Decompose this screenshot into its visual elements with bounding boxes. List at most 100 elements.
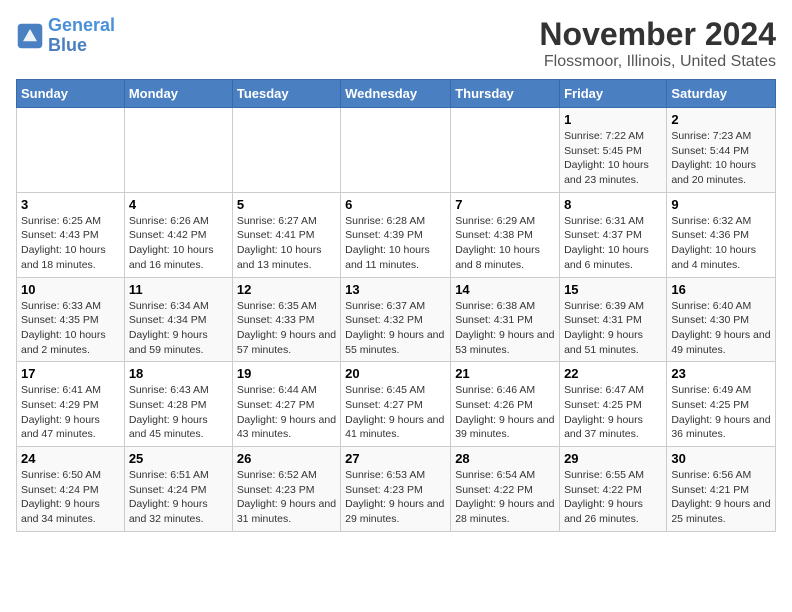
- calendar-cell: [17, 108, 125, 193]
- calendar-cell: 10 Sunrise: 6:33 AM Sunset: 4:35 PM Dayli…: [17, 277, 125, 362]
- calendar-cell: 20Sunrise: 6:45 AM Sunset: 4:27 PM Dayli…: [341, 362, 451, 447]
- day-number: 18: [129, 366, 228, 381]
- day-info: Sunrise: 6:50 AM Sunset: 4:24 PM Dayligh…: [21, 468, 120, 527]
- calendar-cell: 3Sunrise: 6:25 AM Sunset: 4:43 PM Daylig…: [17, 192, 125, 277]
- month-title: November 2024: [539, 16, 776, 53]
- day-number: 27: [345, 451, 446, 466]
- calendar-cell: 6Sunrise: 6:28 AM Sunset: 4:39 PM Daylig…: [341, 192, 451, 277]
- logo-line1: General: [48, 15, 115, 35]
- day-number: 23: [671, 366, 771, 381]
- day-info: Sunrise: 6:53 AM Sunset: 4:23 PM Dayligh…: [345, 468, 446, 527]
- col-monday: Monday: [124, 80, 232, 108]
- day-info: Sunrise: 6:43 AM Sunset: 4:28 PM Dayligh…: [129, 383, 228, 442]
- calendar-cell: 2Sunrise: 7:23 AM Sunset: 5:44 PM Daylig…: [667, 108, 776, 193]
- calendar-cell: 30 Sunrise: 6:56 AM Sunset: 4:21 PM Dayli…: [667, 447, 776, 532]
- calendar-cell: 19 Sunrise: 6:44 AM Sunset: 4:27 PM Dayli…: [232, 362, 340, 447]
- week-row-2: 3Sunrise: 6:25 AM Sunset: 4:43 PM Daylig…: [17, 192, 776, 277]
- calendar-cell: [124, 108, 232, 193]
- day-number: 12: [237, 282, 336, 297]
- calendar-cell: 4 Sunrise: 6:26 AM Sunset: 4:42 PM Daylig…: [124, 192, 232, 277]
- location-title: Flossmoor, Illinois, United States: [539, 53, 776, 71]
- calendar-cell: 8 Sunrise: 6:31 AM Sunset: 4:37 PM Daylig…: [560, 192, 667, 277]
- day-number: 22: [564, 366, 662, 381]
- day-number: 25: [129, 451, 228, 466]
- week-row-3: 10 Sunrise: 6:33 AM Sunset: 4:35 PM Dayli…: [17, 277, 776, 362]
- day-number: 5: [237, 197, 336, 212]
- calendar-cell: 14 Sunrise: 6:38 AM Sunset: 4:31 PM Dayli…: [451, 277, 560, 362]
- day-number: 19: [237, 366, 336, 381]
- day-number: 8: [564, 197, 662, 212]
- day-info: Sunrise: 6:44 AM Sunset: 4:27 PM Dayligh…: [237, 383, 336, 442]
- calendar-cell: 26Sunrise: 6:52 AM Sunset: 4:23 PM Dayli…: [232, 447, 340, 532]
- calendar-body: 1Sunrise: 7:22 AM Sunset: 5:45 PM Daylig…: [17, 108, 776, 532]
- day-info: Sunrise: 6:38 AM Sunset: 4:31 PM Dayligh…: [455, 299, 555, 358]
- day-info: Sunrise: 7:22 AM Sunset: 5:45 PM Dayligh…: [564, 129, 662, 188]
- calendar-cell: 7 Sunrise: 6:29 AM Sunset: 4:38 PM Daylig…: [451, 192, 560, 277]
- calendar-cell: 16 Sunrise: 6:40 AM Sunset: 4:30 PM Dayli…: [667, 277, 776, 362]
- day-info: Sunrise: 6:39 AM Sunset: 4:31 PM Dayligh…: [564, 299, 662, 358]
- day-number: 7: [455, 197, 555, 212]
- col-wednesday: Wednesday: [341, 80, 451, 108]
- day-number: 11: [129, 282, 228, 297]
- day-number: 4: [129, 197, 228, 212]
- day-info: Sunrise: 6:29 AM Sunset: 4:38 PM Dayligh…: [455, 214, 555, 273]
- day-info: Sunrise: 6:56 AM Sunset: 4:21 PM Dayligh…: [671, 468, 771, 527]
- week-row-4: 17 Sunrise: 6:41 AM Sunset: 4:29 PM Dayli…: [17, 362, 776, 447]
- day-info: Sunrise: 6:49 AM Sunset: 4:25 PM Dayligh…: [671, 383, 771, 442]
- logo-icon: [16, 22, 44, 50]
- day-number: 16: [671, 282, 771, 297]
- day-info: Sunrise: 6:26 AM Sunset: 4:42 PM Dayligh…: [129, 214, 228, 273]
- calendar-cell: 27 Sunrise: 6:53 AM Sunset: 4:23 PM Dayli…: [341, 447, 451, 532]
- calendar-cell: 18 Sunrise: 6:43 AM Sunset: 4:28 PM Dayli…: [124, 362, 232, 447]
- day-info: Sunrise: 6:32 AM Sunset: 4:36 PM Dayligh…: [671, 214, 771, 273]
- day-info: Sunrise: 6:34 AM Sunset: 4:34 PM Dayligh…: [129, 299, 228, 358]
- day-info: Sunrise: 6:33 AM Sunset: 4:35 PM Dayligh…: [21, 299, 120, 358]
- logo: General Blue: [16, 16, 115, 56]
- week-row-5: 24 Sunrise: 6:50 AM Sunset: 4:24 PM Dayli…: [17, 447, 776, 532]
- calendar-cell: 5 Sunrise: 6:27 AM Sunset: 4:41 PM Daylig…: [232, 192, 340, 277]
- calendar-cell: 1Sunrise: 7:22 AM Sunset: 5:45 PM Daylig…: [560, 108, 667, 193]
- day-info: Sunrise: 6:46 AM Sunset: 4:26 PM Dayligh…: [455, 383, 555, 442]
- day-number: 17: [21, 366, 120, 381]
- day-info: Sunrise: 6:31 AM Sunset: 4:37 PM Dayligh…: [564, 214, 662, 273]
- day-number: 10: [21, 282, 120, 297]
- calendar-cell: 12 Sunrise: 6:35 AM Sunset: 4:33 PM Dayli…: [232, 277, 340, 362]
- day-number: 28: [455, 451, 555, 466]
- calendar-cell: 22 Sunrise: 6:47 AM Sunset: 4:25 PM Dayli…: [560, 362, 667, 447]
- day-number: 3: [21, 197, 120, 212]
- day-number: 30: [671, 451, 771, 466]
- calendar-cell: [451, 108, 560, 193]
- day-number: 14: [455, 282, 555, 297]
- calendar-cell: 17 Sunrise: 6:41 AM Sunset: 4:29 PM Dayli…: [17, 362, 125, 447]
- col-sunday: Sunday: [17, 80, 125, 108]
- calendar-cell: 28 Sunrise: 6:54 AM Sunset: 4:22 PM Dayli…: [451, 447, 560, 532]
- day-number: 24: [21, 451, 120, 466]
- calendar-cell: [232, 108, 340, 193]
- day-info: Sunrise: 6:55 AM Sunset: 4:22 PM Dayligh…: [564, 468, 662, 527]
- day-number: 26: [237, 451, 336, 466]
- day-number: 15: [564, 282, 662, 297]
- calendar-cell: [341, 108, 451, 193]
- day-info: Sunrise: 6:27 AM Sunset: 4:41 PM Dayligh…: [237, 214, 336, 273]
- header: General Blue November 2024 Flossmoor, Il…: [16, 16, 776, 71]
- day-number: 29: [564, 451, 662, 466]
- col-saturday: Saturday: [667, 80, 776, 108]
- calendar-cell: 21Sunrise: 6:46 AM Sunset: 4:26 PM Dayli…: [451, 362, 560, 447]
- calendar-cell: 11 Sunrise: 6:34 AM Sunset: 4:34 PM Dayli…: [124, 277, 232, 362]
- day-info: Sunrise: 7:23 AM Sunset: 5:44 PM Dayligh…: [671, 129, 771, 188]
- day-info: Sunrise: 6:47 AM Sunset: 4:25 PM Dayligh…: [564, 383, 662, 442]
- calendar-cell: 15 Sunrise: 6:39 AM Sunset: 4:31 PM Dayli…: [560, 277, 667, 362]
- week-row-1: 1Sunrise: 7:22 AM Sunset: 5:45 PM Daylig…: [17, 108, 776, 193]
- calendar-cell: 9Sunrise: 6:32 AM Sunset: 4:36 PM Daylig…: [667, 192, 776, 277]
- day-info: Sunrise: 6:41 AM Sunset: 4:29 PM Dayligh…: [21, 383, 120, 442]
- day-info: Sunrise: 6:51 AM Sunset: 4:24 PM Dayligh…: [129, 468, 228, 527]
- day-info: Sunrise: 6:54 AM Sunset: 4:22 PM Dayligh…: [455, 468, 555, 527]
- day-info: Sunrise: 6:35 AM Sunset: 4:33 PM Dayligh…: [237, 299, 336, 358]
- logo-line2: Blue: [48, 35, 87, 55]
- calendar-cell: 29 Sunrise: 6:55 AM Sunset: 4:22 PM Dayli…: [560, 447, 667, 532]
- day-info: Sunrise: 6:40 AM Sunset: 4:30 PM Dayligh…: [671, 299, 771, 358]
- day-number: 6: [345, 197, 446, 212]
- day-number: 20: [345, 366, 446, 381]
- calendar-cell: 25 Sunrise: 6:51 AM Sunset: 4:24 PM Dayli…: [124, 447, 232, 532]
- col-tuesday: Tuesday: [232, 80, 340, 108]
